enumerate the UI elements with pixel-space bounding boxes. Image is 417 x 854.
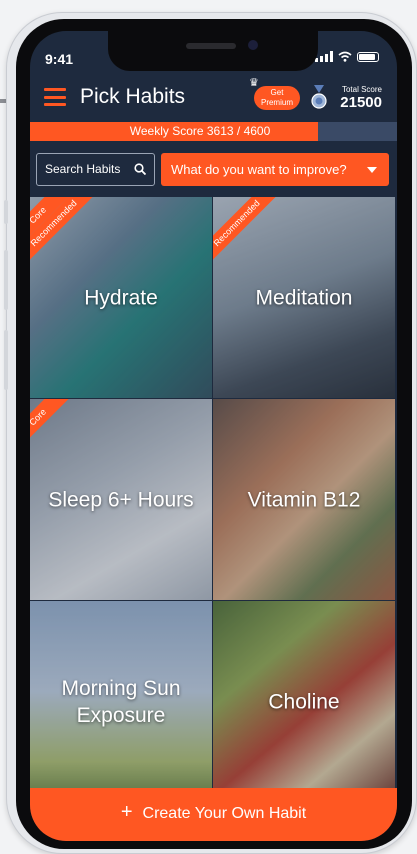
habit-tile-hydrate[interactable]: Recommended Core Hydrate — [30, 197, 212, 398]
habit-grid: Recommended Core Hydrate Recommended Med… — [30, 197, 397, 802]
improve-dropdown-label: What do you want to improve? — [171, 162, 347, 177]
habit-name: Morning Sun Exposure — [61, 676, 181, 727]
search-icon — [134, 163, 146, 175]
app-header: Pick Habits ♛ Get Premium Total Score 21… — [30, 78, 397, 119]
search-placeholder: Search Habits — [45, 162, 121, 176]
get-premium-button[interactable]: ♛ Get Premium — [249, 78, 300, 110]
wifi-icon — [338, 51, 352, 62]
create-habit-button[interactable]: + Create Your Own Habit — [30, 788, 397, 841]
weekly-score-text: Weekly Score 3613 / 4600 — [129, 124, 271, 138]
create-habit-label: Create Your Own Habit — [142, 805, 307, 822]
habit-name: Vitamin B12 — [247, 488, 361, 511]
phone-side-button — [4, 330, 8, 390]
speaker — [186, 43, 236, 49]
medal-icon — [311, 85, 327, 109]
habit-name: Choline — [268, 690, 340, 713]
improve-dropdown[interactable]: What do you want to improve? — [161, 153, 389, 186]
search-input[interactable]: Search Habits — [36, 153, 155, 186]
habit-tile-sleep[interactable]: Core Sleep 6+ Hours — [30, 399, 212, 600]
total-score-label: Total Score — [341, 85, 382, 94]
premium-line2: Premium — [260, 98, 293, 107]
menu-icon[interactable] — [44, 88, 66, 106]
status-time: 9:41 — [45, 51, 74, 67]
page-title: Pick Habits — [80, 85, 186, 108]
app-screen: 9:41 Pick Habits ♛ Get Premium Total Sco… — [30, 31, 397, 841]
chevron-down-icon — [367, 167, 377, 173]
habit-tile-vitamin-b12[interactable]: Vitamin B12 — [213, 399, 395, 600]
habit-tile-morning-sun[interactable]: Morning Sun Exposure — [30, 601, 212, 802]
habit-tile-choline[interactable]: Choline — [213, 601, 395, 802]
premium-line1: Get — [270, 88, 284, 97]
habit-name: Sleep 6+ Hours — [48, 488, 194, 511]
status-icons — [315, 51, 379, 62]
camera — [248, 40, 258, 50]
plus-icon: + — [120, 801, 133, 823]
phone-side-button — [4, 200, 8, 224]
total-score-value: 21500 — [340, 94, 382, 111]
weekly-score-bar: Weekly Score 3613 / 4600 — [30, 122, 397, 141]
habit-tile-meditation[interactable]: Recommended Meditation — [213, 197, 395, 398]
habit-name: Hydrate — [84, 286, 158, 309]
battery-icon — [357, 52, 379, 62]
phone-notch — [108, 31, 318, 71]
crown-icon: ♛ — [249, 77, 259, 89]
habit-name: Meditation — [255, 286, 353, 309]
phone-side-button — [4, 250, 8, 310]
